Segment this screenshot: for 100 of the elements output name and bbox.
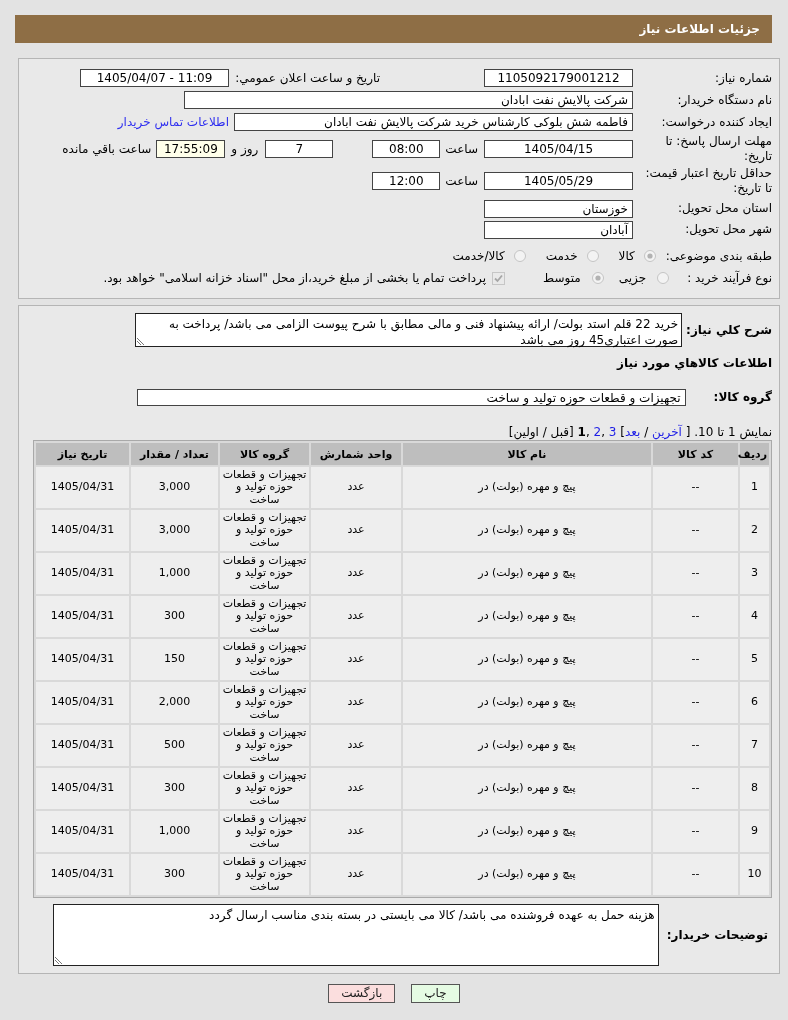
field-label: روز و [231,141,259,157]
column-header: تاریخ نیاز [36,443,129,465]
field-label: ساعت [445,173,478,189]
option-label: کالا/خدمت [452,249,505,263]
days-field[interactable]: 7 [265,140,334,158]
table-cell: 1405/04/31 [36,682,129,723]
date-field[interactable]: 1405/05/29 [484,172,633,190]
field-label: شرح کلي نیاز: [686,322,772,338]
table-cell: پیچ و مهره (بولت) در [403,639,651,680]
table-cell: عدد [311,639,401,680]
table-cell: 2,000 [131,682,218,723]
radio-button[interactable] [591,272,604,284]
table-cell: 5 [740,639,769,680]
goods-group-field[interactable]: تجهیزات و قطعات حوزه تولید و ساخت [137,389,686,406]
field-label: استان محل تحویل: [676,201,772,216]
table-cell: تجهیزات و قطعات حوزه تولید و ساخت [220,510,309,551]
field-label: گروه کالا: [713,390,772,405]
table-cell: 150 [131,639,218,680]
field-label: ایجاد کننده درخواست: [660,114,772,130]
date-field[interactable]: 1405/04/15 [484,140,633,158]
back-button[interactable]: بازگشت [328,984,396,1003]
table-cell: 4 [740,596,769,637]
time-field[interactable]: 08:00 [372,140,441,158]
table-cell: -- [653,467,738,508]
table-cell: تجهیزات و قطعات حوزه تولید و ساخت [220,811,309,852]
column-header: ردیف [740,443,769,465]
table-cell: -- [653,639,738,680]
checkbox-label: پرداخت تمام یا بخشی از مبلغ خرید،از محل "اسناد خزانه اسلامی" خواهد بود. [103,271,487,285]
table-cell: 1,000 [131,553,218,594]
section-title: اطلاعات کالاهاي مورد نياز [617,356,772,371]
table-cell: -- [653,682,738,723]
table-cell: 1405/04/31 [36,768,129,809]
resize-grip-icon[interactable] [55,956,63,964]
table-cell: 3,000 [131,467,218,508]
radio-button[interactable] [513,250,526,262]
table-cell: عدد [311,811,401,852]
requester-field[interactable]: فاطمه شش بلوکی کارشناس خرید شرکت پالایش نفت ابادان [234,113,633,131]
table-cell: تجهیزات و قطعات حوزه تولید و ساخت [220,639,309,680]
resize-grip-icon[interactable] [137,337,145,345]
table-cell: پیچ و مهره (بولت) در [403,811,651,852]
table-cell: 1405/04/31 [36,553,129,594]
buyer-org-field[interactable]: شرکت پالایش نفت ابادان [184,91,633,109]
buyer-contact-link[interactable]: اطلاعات تماس خریدار [117,115,229,129]
buyer-notes-textarea[interactable]: هزینه حمل به عهده فروشنده می باشد/ کالا می بایستی در بسته بندی مناسب ارسال گردد [53,904,659,966]
checkbox[interactable] [492,271,506,285]
radio-button[interactable] [586,250,599,262]
table-cell: -- [653,596,738,637]
table-cell: 1405/04/31 [36,510,129,551]
radio-button[interactable] [643,250,656,262]
radio-button[interactable] [657,272,670,284]
field-label: نام دستگاه خریدار: [676,92,772,108]
field-label: ساعت [445,141,478,157]
print-button[interactable]: چاپ [411,984,460,1003]
table-cell: پیچ و مهره (بولت) در [403,854,651,895]
table-cell: پیچ و مهره (بولت) در [403,510,651,551]
table-cell: 7 [740,725,769,766]
field-label: شماره نیاز: [714,70,772,86]
option-label: جزیی [618,271,647,285]
table-cell: 300 [131,768,218,809]
table-cell: عدد [311,596,401,637]
table-cell: عدد [311,725,401,766]
table-cell: 300 [131,854,218,895]
table-cell: پیچ و مهره (بولت) در [403,596,651,637]
option-label: کالا [618,249,635,263]
table-cell: 1405/04/31 [36,811,129,852]
field-label: توضیحات خریدار: [666,927,768,943]
option-label: متوسط [543,271,581,285]
need-number-field[interactable]: 1105092179001212 [484,69,633,87]
table-cell: -- [653,725,738,766]
page-link[interactable]: آخرین [652,425,682,439]
time-field[interactable]: 12:00 [372,172,441,190]
table-cell: 1405/04/31 [36,854,129,895]
table-cell: عدد [311,510,401,551]
table-cell: 10 [740,854,769,895]
page-link[interactable]: 2 [593,425,602,439]
city-field[interactable]: آبادان [484,220,633,239]
remaining-time-field[interactable]: 17:55:09 [156,140,226,158]
table-cell: 9 [740,811,769,852]
province-field[interactable]: خوزستان [484,199,633,218]
page-title: جزئیات اطلاعات نیاز [639,22,760,36]
option-label: خدمت [545,249,578,263]
table-cell: عدد [311,467,401,508]
table-cell: عدد [311,768,401,809]
table-cell: تجهیزات و قطعات حوزه تولید و ساخت [220,854,309,895]
table-cell: 1 [740,467,769,508]
table-cell: 500 [131,725,218,766]
table-cell: 3 [740,553,769,594]
table-cell: 300 [131,596,218,637]
table-cell: 1405/04/31 [36,725,129,766]
page-link[interactable]: بعد [624,425,641,439]
table-cell: -- [653,811,738,852]
table-cell: تجهیزات و قطعات حوزه تولید و ساخت [220,596,309,637]
table-cell: 3,000 [131,510,218,551]
announce-date-field[interactable]: 1405/04/07 - 11:09 [80,69,229,87]
table-cell: پیچ و مهره (بولت) در [403,553,651,594]
field-label: مهلت ارسال پاسخ: تا تاریخ: [664,134,772,164]
description-textarea[interactable]: خرید 22 قلم استد بولت/ ارائه پیشنهاد فنی و مالی مطابق با شرح پیوست الزامی می باشد/ پرداخت به صورت اعتباری45 روز می باشد [135,313,683,347]
field-label: طبقه بندی موضوعی: [665,248,772,264]
column-header: واحد شمارش [311,443,401,465]
page-link[interactable]: 3 [608,425,617,439]
